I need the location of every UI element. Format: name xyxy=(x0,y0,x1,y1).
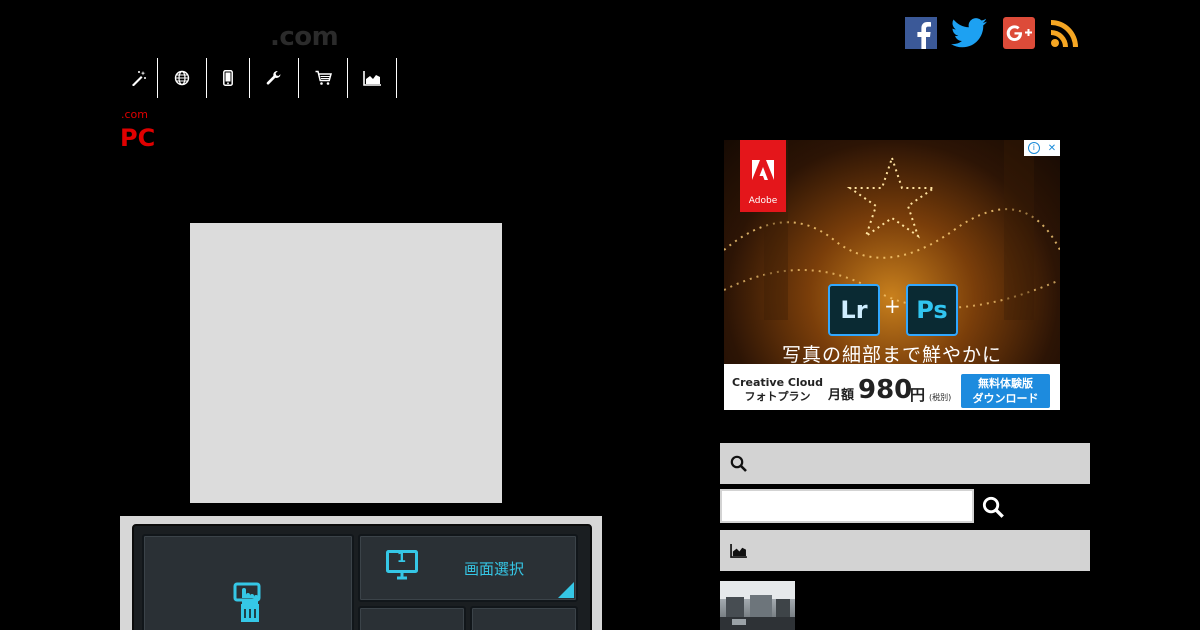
price-value: 980 xyxy=(858,375,913,405)
search-button[interactable] xyxy=(978,490,1008,524)
screen-select-label: 画面選択 xyxy=(464,560,525,578)
adobe-brand-text: Adobe xyxy=(748,196,778,206)
ad-placeholder xyxy=(190,223,502,503)
nav-item-web[interactable] xyxy=(158,58,207,98)
adobe-a-icon xyxy=(752,160,774,180)
site-logo-suffix[interactable]: .com xyxy=(270,22,339,52)
nav-item-ranking[interactable] xyxy=(348,58,397,98)
price-unit: 円 xyxy=(910,386,926,404)
touch-tile xyxy=(142,534,354,630)
nav-item-shop[interactable] xyxy=(299,58,348,98)
area-chart-icon xyxy=(363,70,381,86)
facebook-link[interactable] xyxy=(904,16,938,50)
nav-item-mobile[interactable] xyxy=(207,58,250,98)
small-tile-1 xyxy=(358,606,466,630)
google-plus-icon xyxy=(1003,17,1035,49)
thumbnail-photo xyxy=(720,581,795,630)
nav-item-tools[interactable] xyxy=(250,58,299,98)
price-label: 月額 xyxy=(828,388,855,403)
nav-item-magic[interactable] xyxy=(120,58,158,98)
touch-device-icon xyxy=(233,582,261,622)
product-line-2: フォトプラン xyxy=(744,390,811,403)
ranking-thumbnail[interactable] xyxy=(720,581,795,630)
product-name: Creative Cloud フォトプラン xyxy=(732,376,823,404)
ad-info-icon[interactable]: i xyxy=(1027,142,1040,154)
price-tax-note: (税別) xyxy=(929,393,952,402)
wrench-icon xyxy=(266,70,281,85)
monitor-number: 1 xyxy=(397,551,407,566)
breadcrumb[interactable]: .com xyxy=(121,108,148,121)
globe-icon xyxy=(174,70,190,86)
cta-line-2: ダウンロード xyxy=(972,392,1039,405)
adobe-logo: Adobe xyxy=(740,140,786,212)
plus-sign: + xyxy=(884,294,901,318)
cta-line-1: 無料体験版 xyxy=(978,377,1033,390)
shopping-cart-icon xyxy=(315,70,332,85)
facebook-icon xyxy=(905,17,937,49)
mobile-phone-icon xyxy=(223,70,233,86)
rss-icon xyxy=(1051,20,1078,47)
lightroom-badge: Lr xyxy=(828,284,880,336)
control-panel: 1 画面選択 xyxy=(132,524,592,630)
google-plus-link[interactable] xyxy=(1002,16,1036,50)
screenshot-image: 1 画面選択 xyxy=(120,516,602,630)
free-trial-button[interactable]: 無料体験版 ダウンロード xyxy=(961,374,1050,408)
photoshop-badge: Ps xyxy=(906,284,958,336)
screen-select-tile: 1 画面選択 xyxy=(358,534,578,602)
twitter-link[interactable] xyxy=(950,16,988,50)
rss-link[interactable] xyxy=(1048,16,1082,50)
ad-background-photo: Adobe Lr + Ps 写真の細部まで鮮やかに xyxy=(724,140,1060,366)
main-nav xyxy=(120,58,397,98)
page-title: PC xyxy=(120,124,156,152)
ad-caption: 写真の細部まで鮮やかに xyxy=(781,344,1002,366)
small-tile-2 xyxy=(470,606,578,630)
search-input[interactable] xyxy=(720,489,974,523)
area-chart-icon xyxy=(730,543,747,558)
corner-triangle-icon xyxy=(558,582,574,598)
magic-wand-icon xyxy=(131,71,146,86)
twitter-icon xyxy=(951,18,987,48)
search-icon xyxy=(982,496,1004,518)
adchoices-badge[interactable]: i ✕ xyxy=(1024,140,1060,156)
search-widget-header xyxy=(720,443,1090,484)
product-line-1: Creative Cloud xyxy=(732,376,823,389)
ad-close-icon[interactable]: ✕ xyxy=(1048,143,1056,154)
search-icon xyxy=(730,455,747,472)
ranking-widget-header xyxy=(720,530,1090,571)
adobe-advertisement[interactable]: Adobe Lr + Ps 写真の細部まで鮮やかに Creative Cloud… xyxy=(724,140,1060,410)
